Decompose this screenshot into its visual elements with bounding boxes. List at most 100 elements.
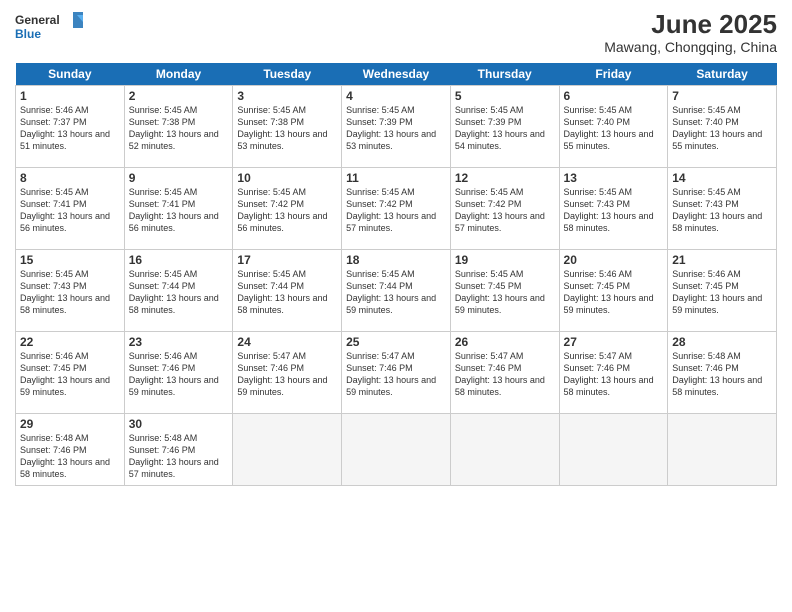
- col-saturday: Saturday: [668, 63, 777, 86]
- day-number: 13: [564, 171, 664, 185]
- day-number: 9: [129, 171, 229, 185]
- day-number: 23: [129, 335, 229, 349]
- day-cell: [668, 413, 777, 485]
- day-number: 3: [237, 89, 337, 103]
- cell-content: Sunrise: 5:46 AMSunset: 7:46 PMDaylight:…: [129, 351, 219, 397]
- day-number: 10: [237, 171, 337, 185]
- day-number: 24: [237, 335, 337, 349]
- day-cell: 1Sunrise: 5:46 AMSunset: 7:37 PMDaylight…: [16, 85, 125, 167]
- day-cell: 28 Sunrise: 5:48 AMSunset: 7:46 PMDayligh…: [668, 331, 777, 413]
- calendar-title: June 2025: [604, 10, 777, 39]
- cell-content: Sunrise: 5:45 AMSunset: 7:44 PMDaylight:…: [237, 269, 327, 315]
- day-cell: 30 Sunrise: 5:48 AMSunset: 7:46 PMDayligh…: [124, 413, 233, 485]
- day-cell: 23 Sunrise: 5:46 AMSunset: 7:46 PMDayligh…: [124, 331, 233, 413]
- calendar-table: Sunday Monday Tuesday Wednesday Thursday…: [15, 63, 777, 486]
- day-cell: 22 Sunrise: 5:46 AMSunset: 7:45 PMDayligh…: [16, 331, 125, 413]
- week-row-4: 29 Sunrise: 5:48 AMSunset: 7:46 PMDayligh…: [16, 413, 777, 485]
- svg-text:Blue: Blue: [15, 27, 41, 41]
- day-cell: 24Sunrise: 5:47 AMSunset: 7:46 PMDayligh…: [233, 331, 342, 413]
- day-cell: 29 Sunrise: 5:48 AMSunset: 7:46 PMDayligh…: [16, 413, 125, 485]
- day-cell: 21 Sunrise: 5:46 AMSunset: 7:45 PMDayligh…: [668, 249, 777, 331]
- col-thursday: Thursday: [450, 63, 559, 86]
- day-number: 21: [672, 253, 772, 267]
- day-cell: 16Sunrise: 5:45 AMSunset: 7:44 PMDayligh…: [124, 249, 233, 331]
- day-cell: [450, 413, 559, 485]
- day-number: 26: [455, 335, 555, 349]
- day-cell: 10 Sunrise: 5:45 AMSunset: 7:42 PMDayligh…: [233, 167, 342, 249]
- cell-content: Sunrise: 5:48 AMSunset: 7:46 PMDaylight:…: [672, 351, 762, 397]
- day-number: 27: [564, 335, 664, 349]
- cell-content: Sunrise: 5:45 AMSunset: 7:43 PMDaylight:…: [564, 187, 654, 233]
- day-number: 11: [346, 171, 446, 185]
- col-friday: Friday: [559, 63, 668, 86]
- calendar-subtitle: Mawang, Chongqing, China: [604, 39, 777, 55]
- day-number: 2: [129, 89, 229, 103]
- cell-content: Sunrise: 5:45 AMSunset: 7:44 PMDaylight:…: [129, 269, 219, 315]
- cell-content: Sunrise: 5:45 AMSunset: 7:40 PMDaylight:…: [672, 105, 762, 151]
- title-block: June 2025 Mawang, Chongqing, China: [604, 10, 777, 55]
- day-number: 8: [20, 171, 120, 185]
- day-number: 15: [20, 253, 120, 267]
- cell-content: Sunrise: 5:45 AMSunset: 7:38 PMDaylight:…: [237, 105, 327, 151]
- cell-content: Sunrise: 5:48 AMSunset: 7:46 PMDaylight:…: [20, 433, 110, 479]
- day-cell: 8 Sunrise: 5:45 AMSunset: 7:41 PMDaylight…: [16, 167, 125, 249]
- day-cell: 6 Sunrise: 5:45 AMSunset: 7:40 PMDaylight…: [559, 85, 668, 167]
- day-cell: 17 Sunrise: 5:45 AMSunset: 7:44 PMDayligh…: [233, 249, 342, 331]
- day-number: 7: [672, 89, 772, 103]
- day-cell: 7 Sunrise: 5:45 AMSunset: 7:40 PMDaylight…: [668, 85, 777, 167]
- calendar-page: General Blue June 2025 Mawang, Chongqing…: [0, 0, 792, 612]
- cell-content: Sunrise: 5:45 AMSunset: 7:42 PMDaylight:…: [455, 187, 545, 233]
- cell-content: Sunrise: 5:45 AMSunset: 7:42 PMDaylight:…: [237, 187, 327, 233]
- day-cell: 13 Sunrise: 5:45 AMSunset: 7:43 PMDayligh…: [559, 167, 668, 249]
- cell-content: Sunrise: 5:46 AMSunset: 7:45 PMDaylight:…: [672, 269, 762, 315]
- day-number: 14: [672, 171, 772, 185]
- day-cell: 14 Sunrise: 5:45 AMSunset: 7:43 PMDayligh…: [668, 167, 777, 249]
- header-row: Sunday Monday Tuesday Wednesday Thursday…: [16, 63, 777, 86]
- cell-content: Sunrise: 5:45 AMSunset: 7:41 PMDaylight:…: [20, 187, 110, 233]
- day-number: 18: [346, 253, 446, 267]
- cell-content: Sunrise: 5:47 AMSunset: 7:46 PMDaylight:…: [346, 351, 436, 397]
- cell-content: Sunrise: 5:45 AMSunset: 7:40 PMDaylight:…: [564, 105, 654, 151]
- day-cell: [559, 413, 668, 485]
- day-number: 4: [346, 89, 446, 103]
- day-number: 30: [129, 417, 229, 431]
- day-number: 29: [20, 417, 120, 431]
- cell-content: Sunrise: 5:45 AMSunset: 7:39 PMDaylight:…: [455, 105, 545, 151]
- day-cell: 11 Sunrise: 5:45 AMSunset: 7:42 PMDayligh…: [342, 167, 451, 249]
- day-cell: 9 Sunrise: 5:45 AMSunset: 7:41 PMDaylight…: [124, 167, 233, 249]
- cell-content: Sunrise: 5:46 AMSunset: 7:45 PMDaylight:…: [20, 351, 110, 397]
- day-cell: 27 Sunrise: 5:47 AMSunset: 7:46 PMDayligh…: [559, 331, 668, 413]
- cell-content: Sunrise: 5:47 AMSunset: 7:46 PMDaylight:…: [455, 351, 545, 397]
- day-cell: 3 Sunrise: 5:45 AMSunset: 7:38 PMDaylight…: [233, 85, 342, 167]
- cell-content: Sunrise: 5:45 AMSunset: 7:42 PMDaylight:…: [346, 187, 436, 233]
- logo: General Blue: [15, 10, 85, 46]
- col-wednesday: Wednesday: [342, 63, 451, 86]
- day-cell: [342, 413, 451, 485]
- day-cell: [233, 413, 342, 485]
- cell-content: Sunrise: 5:47 AMSunset: 7:46 PMDaylight:…: [564, 351, 654, 397]
- day-number: 22: [20, 335, 120, 349]
- day-cell: 18 Sunrise: 5:45 AMSunset: 7:44 PMDayligh…: [342, 249, 451, 331]
- cell-content: Sunrise: 5:48 AMSunset: 7:46 PMDaylight:…: [129, 433, 219, 479]
- day-number: 20: [564, 253, 664, 267]
- cell-content: Sunrise: 5:45 AMSunset: 7:39 PMDaylight:…: [346, 105, 436, 151]
- logo-svg: General Blue: [15, 10, 85, 46]
- week-row-3: 22 Sunrise: 5:46 AMSunset: 7:45 PMDayligh…: [16, 331, 777, 413]
- cell-content: Sunrise: 5:45 AMSunset: 7:43 PMDaylight:…: [672, 187, 762, 233]
- svg-text:General: General: [15, 13, 60, 27]
- cell-content: Sunrise: 5:45 AMSunset: 7:45 PMDaylight:…: [455, 269, 545, 315]
- col-tuesday: Tuesday: [233, 63, 342, 86]
- header: General Blue June 2025 Mawang, Chongqing…: [15, 10, 777, 55]
- cell-content: Sunrise: 5:45 AMSunset: 7:38 PMDaylight:…: [129, 105, 219, 151]
- day-cell: 20Sunrise: 5:46 AMSunset: 7:45 PMDayligh…: [559, 249, 668, 331]
- day-number: 28: [672, 335, 772, 349]
- cell-content: Sunrise: 5:45 AMSunset: 7:44 PMDaylight:…: [346, 269, 436, 315]
- cell-content: Sunrise: 5:46 AMSunset: 7:37 PMDaylight:…: [20, 105, 110, 151]
- week-row-0: 1Sunrise: 5:46 AMSunset: 7:37 PMDaylight…: [16, 85, 777, 167]
- day-number: 6: [564, 89, 664, 103]
- cell-content: Sunrise: 5:45 AMSunset: 7:41 PMDaylight:…: [129, 187, 219, 233]
- day-cell: 4 Sunrise: 5:45 AMSunset: 7:39 PMDaylight…: [342, 85, 451, 167]
- week-row-2: 15Sunrise: 5:45 AMSunset: 7:43 PMDayligh…: [16, 249, 777, 331]
- day-number: 5: [455, 89, 555, 103]
- day-number: 17: [237, 253, 337, 267]
